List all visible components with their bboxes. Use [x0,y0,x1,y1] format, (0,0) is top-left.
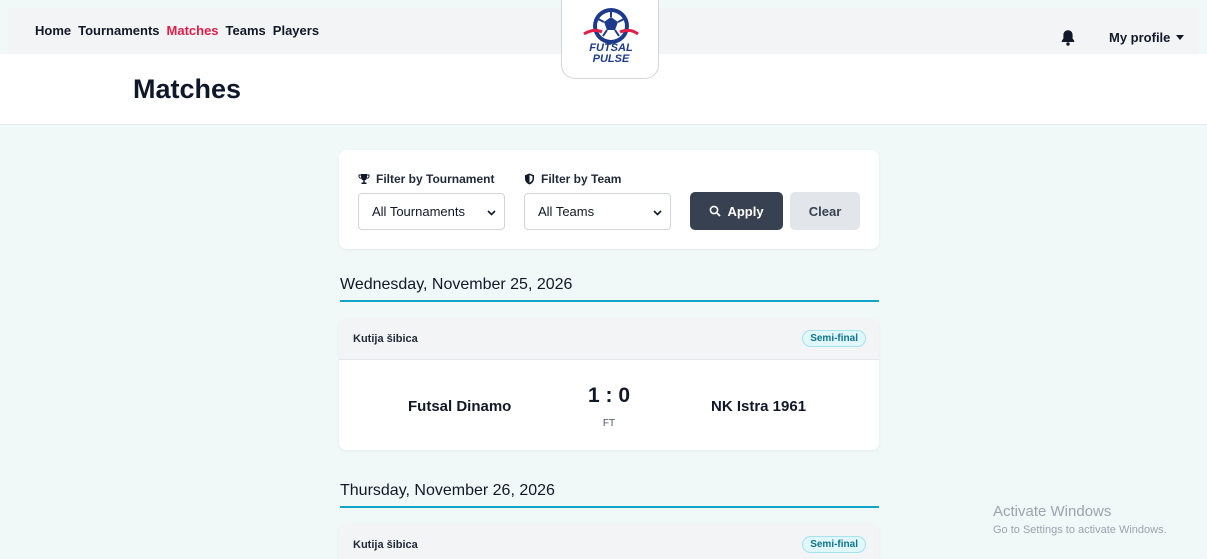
away-team-name: NK Istra 1961 [711,398,807,415]
watermark-subtitle: Go to Settings to activate Windows. [993,524,1167,536]
logo[interactable]: FUTSAL PULSE [561,0,659,79]
match-status: FT [602,418,616,429]
team-select-value: All Teams [538,204,595,219]
match-card-header: Kutija šibica Semi-final [339,318,879,360]
watermark-title: Activate Windows [993,503,1112,520]
futsal-ball-logo-icon: FUTSAL PULSE [583,8,639,65]
match-card-header: Kutija šibica Semi-final [339,524,879,559]
main-nav: Home Tournaments Matches Teams Players [35,23,326,38]
windows-activation-watermark: Activate Windows Go to Settings to activ… [993,503,1167,536]
tournament-filter-label: Filter by Tournament [358,172,494,186]
trophy-icon [358,174,370,184]
clear-button-label: Clear [808,203,842,219]
filter-card: Filter by Tournament All Tournaments Fil… [339,150,879,249]
team-filter-label-text: Filter by Team [541,172,622,186]
match-card[interactable]: Kutija šibica Semi-final Futsal Dinamo 1… [339,318,879,450]
stage-badge: Semi-final [802,536,866,553]
nav-matches[interactable]: Matches [167,23,219,38]
logo-text-pulse: PULSE [593,53,630,65]
tournament-select-value: All Tournaments [372,204,465,219]
nav-teams[interactable]: Teams [226,23,266,38]
bell-icon[interactable] [1060,29,1076,51]
stage-badge: Semi-final [802,330,866,347]
nav-home[interactable]: Home [35,23,71,38]
match-score: 1 : 0 [587,384,631,407]
date-heading: Wednesday, November 25, 2026 [340,276,879,302]
team-filter-label: Filter by Team [524,172,621,186]
nav-players[interactable]: Players [273,23,319,38]
search-icon [710,205,722,217]
clear-button[interactable]: Clear [790,192,860,230]
profile-label: My profile [1109,30,1171,45]
page-title: Matches [133,74,242,104]
match-tournament-name: Kutija šibica [353,539,418,551]
tournament-select[interactable]: All Tournaments [358,193,505,230]
tournament-filter-label-text: Filter by Tournament [376,172,495,186]
match-card[interactable]: Kutija šibica Semi-final [339,524,879,559]
apply-button[interactable]: Apply [690,192,783,230]
team-select[interactable]: All Teams [524,193,671,230]
nav-tournaments[interactable]: Tournaments [78,23,159,38]
match-tournament-name: Kutija šibica [353,333,418,345]
apply-button-label: Apply [727,203,764,219]
chevron-down-icon [653,210,662,216]
shield-icon [525,173,534,185]
date-heading: Thursday, November 26, 2026 [340,482,879,508]
profile-dropdown[interactable]: My profile [1109,30,1185,45]
caret-down-icon [1176,35,1185,40]
match-card-body: Futsal Dinamo 1 : 0 FT NK Istra 1961 [339,360,879,450]
home-team-name: Futsal Dinamo [408,398,512,415]
chevron-down-icon [487,210,496,216]
